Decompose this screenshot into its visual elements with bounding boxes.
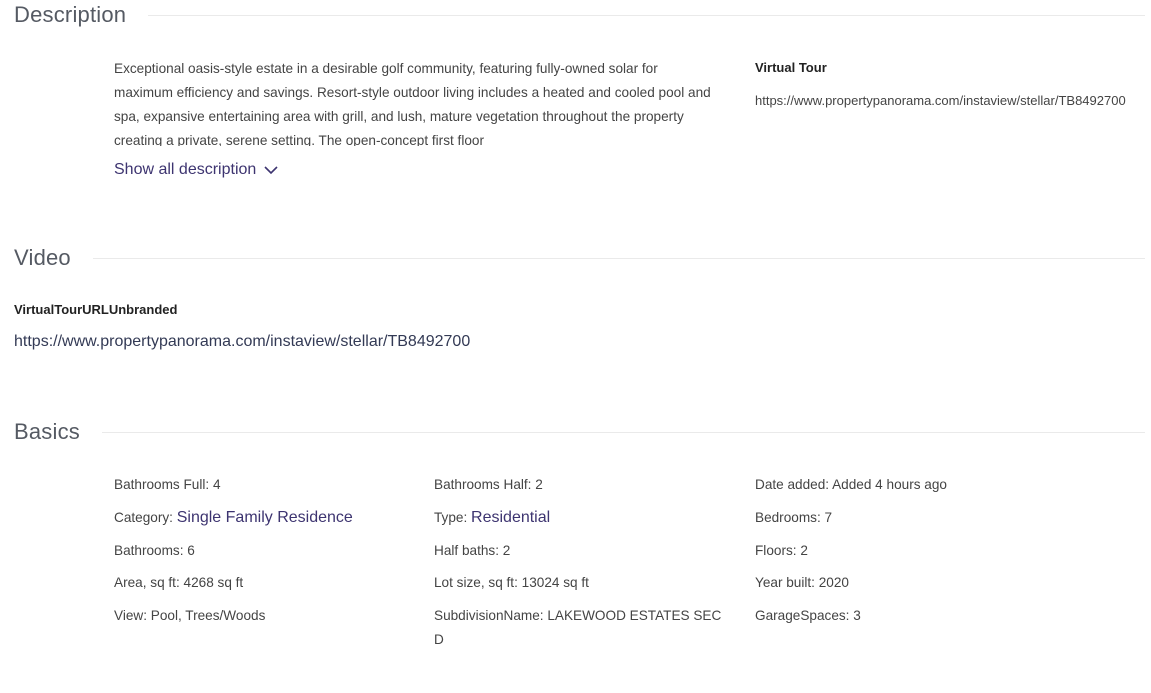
bedrooms: Bedrooms: 7 [755, 510, 833, 525]
type-label: Type: [434, 510, 472, 525]
video-url-link[interactable]: https://www.propertypanorama.com/instavi… [14, 333, 470, 351]
bathrooms-full: Bathrooms Full: 4 [114, 477, 221, 492]
virtual-tour-label: Virtual Tour [755, 60, 827, 75]
category-link[interactable]: Single Family Residence [177, 509, 353, 526]
lot-size: Lot size, sq ft: 13024 sq ft [434, 575, 589, 590]
category: Category: Single Family Residence [114, 506, 353, 530]
year-built: Year built: 2020 [755, 575, 849, 590]
bathrooms-half: Bathrooms Half: 2 [434, 477, 543, 492]
type-link[interactable]: Residential [471, 509, 550, 526]
date-added: Date added: Added 4 hours ago [755, 477, 947, 492]
category-label: Category: [114, 510, 177, 525]
video-title: Video [14, 245, 71, 270]
divider [102, 431, 1145, 433]
virtual-tour-link[interactable]: https://www.propertypanorama.com/instavi… [755, 93, 1151, 108]
basics-header: Basics [14, 419, 1145, 445]
divider [92, 257, 1145, 259]
show-all-description-button[interactable]: Show all description [114, 161, 278, 179]
view: View: Pool, Trees/Woods [114, 608, 266, 623]
description-text: Exceptional oasis-style estate in a desi… [114, 61, 711, 146]
chevron-down-icon [264, 165, 278, 174]
garage-spaces: GarageSpaces: 3 [755, 608, 861, 623]
area: Area, sq ft: 4268 sq ft [114, 575, 244, 590]
floors: Floors: 2 [755, 543, 808, 558]
basics-title: Basics [14, 419, 80, 444]
description-header: Description [14, 2, 1145, 28]
subdivision-name: SubdivisionName: LAKEWOOD ESTATES SEC D [434, 608, 722, 647]
divider [148, 14, 1145, 16]
bathrooms: Bathrooms: 6 [114, 543, 195, 558]
show-all-label: Show all description [114, 161, 257, 178]
type: Type: Residential [434, 506, 550, 530]
video-header: Video [14, 245, 1145, 271]
video-url-label: VirtualTourURLUnbranded [14, 302, 178, 317]
description-title: Description [14, 2, 127, 27]
half-baths: Half baths: 2 [434, 543, 511, 558]
